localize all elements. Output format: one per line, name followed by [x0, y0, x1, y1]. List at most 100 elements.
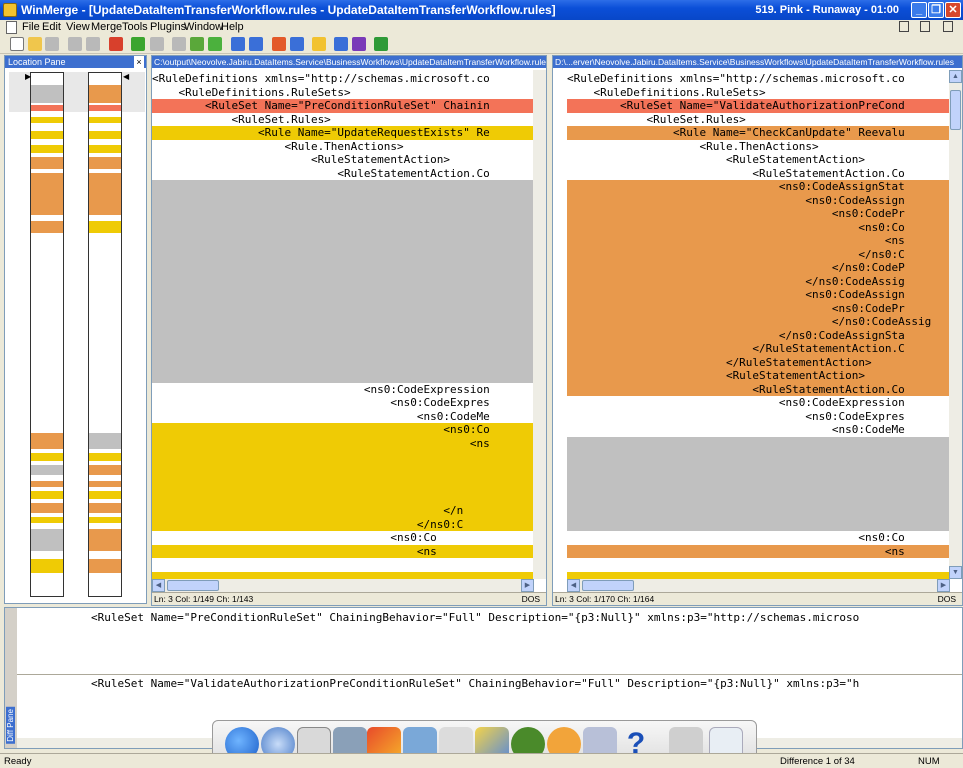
code-line[interactable]: <RuleDefinitions.RuleSets> — [567, 86, 949, 100]
code-line[interactable] — [152, 261, 534, 275]
code-line[interactable] — [152, 558, 534, 572]
code-line[interactable] — [152, 193, 534, 207]
code-line[interactable]: <ns0:Co — [152, 531, 534, 545]
code-line[interactable]: <ns0:CodePr — [567, 301, 949, 315]
code-line[interactable]: <ns0:CodeExpression — [567, 396, 949, 410]
menu-tools[interactable]: Tools — [122, 21, 148, 33]
copy-right-icon[interactable] — [231, 37, 245, 51]
code-line[interactable] — [152, 355, 534, 369]
code-line[interactable]: <ns0:Co — [152, 423, 534, 437]
diff-pane-divider[interactable] — [17, 674, 962, 675]
code-line[interactable]: </ns0:CodeAssignSta — [567, 328, 949, 342]
scroll-right-arrow-icon[interactable]: ▶ — [937, 579, 950, 592]
code-line[interactable] — [152, 247, 534, 261]
code-line[interactable]: <RuleDefinitions.RuleSets> — [152, 86, 534, 100]
code-line[interactable] — [567, 436, 949, 450]
code-line[interactable] — [152, 571, 534, 579]
left-horizontal-scrollbar[interactable]: ◀ ▶ — [152, 579, 534, 592]
code-line[interactable]: <ns0:CodeAssignStat — [567, 180, 949, 194]
scroll-down-arrow-icon[interactable]: ▼ — [949, 566, 962, 579]
redo-icon[interactable] — [86, 37, 100, 51]
mdi-close-icon[interactable] — [943, 21, 953, 32]
code-line[interactable] — [152, 220, 534, 234]
code-line[interactable] — [152, 328, 534, 342]
code-line[interactable]: <RuleSet Name="PreConditionRuleSet" Chai… — [152, 99, 534, 113]
code-line[interactable] — [152, 463, 534, 477]
code-line[interactable]: <ns0:CodeMe — [152, 410, 534, 424]
right-code-view[interactable]: <RuleDefinitions xmlns="http://schemas.m… — [567, 70, 949, 579]
code-line[interactable] — [152, 450, 534, 464]
next-diff-icon[interactable] — [190, 37, 204, 51]
refresh-icon[interactable] — [374, 37, 388, 51]
close-button[interactable]: ✕ — [945, 2, 961, 18]
code-line[interactable]: <ns0:CodeExpression — [152, 383, 534, 397]
code-line[interactable]: </ns0:CodeAssig — [567, 274, 949, 288]
options-icon[interactable] — [312, 37, 326, 51]
open-conflict-icon[interactable] — [352, 37, 366, 51]
restore-button[interactable]: ❐ — [928, 2, 944, 18]
code-line[interactable]: <ns0:CodeExpres — [567, 410, 949, 424]
last-diff-icon[interactable] — [208, 37, 222, 51]
code-line[interactable]: <RuleStatementAction> — [567, 369, 949, 383]
code-line[interactable] — [152, 342, 534, 356]
right-file-pane[interactable]: D:\...erver\Neovolve.Jabiru.DataItems.Se… — [552, 55, 963, 606]
code-line[interactable]: </RuleStatementAction.C — [567, 342, 949, 356]
code-line[interactable] — [567, 463, 949, 477]
left-hscroll-thumb[interactable] — [167, 580, 219, 591]
right-vscroll-thumb[interactable] — [950, 90, 961, 130]
code-line[interactable] — [152, 207, 534, 221]
code-line[interactable]: <RuleDefinitions xmlns="http://schemas.m… — [152, 72, 534, 86]
code-line[interactable]: <Rule Name="UpdateRequestExists" Re — [152, 126, 534, 140]
code-line[interactable]: </n — [152, 504, 534, 518]
location-bar-right[interactable] — [88, 72, 122, 597]
code-line[interactable]: <Rule.ThenActions> — [567, 140, 949, 154]
code-line[interactable] — [152, 234, 534, 248]
compare-icon[interactable] — [334, 37, 348, 51]
menu-plugins[interactable]: Plugins — [150, 21, 186, 33]
left-code-view[interactable]: <RuleDefinitions xmlns="http://schemas.m… — [152, 70, 534, 579]
code-line[interactable]: <RuleStatementAction.Co — [567, 167, 949, 181]
code-line[interactable] — [152, 301, 534, 315]
code-line[interactable]: <RuleStatementAction.Co — [152, 167, 534, 181]
code-line[interactable]: <RuleDefinitions xmlns="http://schemas.m… — [567, 72, 949, 86]
copy-all-right-icon[interactable] — [272, 37, 286, 51]
menu-window[interactable]: Window — [184, 21, 223, 33]
code-line[interactable]: </ns0:CodeAssig — [567, 315, 949, 329]
location-bar-left[interactable] — [30, 72, 64, 597]
code-line[interactable]: <ns0:Co — [567, 220, 949, 234]
code-line[interactable]: <RuleSet Name="ValidateAuthorizationPreC… — [567, 99, 949, 113]
undo-icon[interactable] — [68, 37, 82, 51]
code-line[interactable]: <ns0:CodePr — [567, 207, 949, 221]
code-line[interactable]: <RuleStatementAction> — [152, 153, 534, 167]
code-line[interactable]: </ns0:C — [567, 247, 949, 261]
prev-diff-up-icon[interactable] — [150, 37, 164, 51]
right-hscroll-thumb[interactable] — [582, 580, 634, 591]
code-line[interactable]: <Rule Name="CheckCanUpdate" Reevalu — [567, 126, 949, 140]
code-line[interactable] — [152, 477, 534, 491]
current-diff-icon[interactable] — [172, 37, 186, 51]
code-line[interactable] — [152, 315, 534, 329]
code-line[interactable]: </ns0:C — [152, 517, 534, 531]
left-file-pane[interactable]: C:\output\Neovolve.Jabiru.DataItems.Serv… — [151, 55, 547, 606]
mdi-restore-icon[interactable] — [920, 21, 930, 32]
code-line[interactable]: <ns0:Co — [567, 531, 949, 545]
copy-all-left-icon[interactable] — [290, 37, 304, 51]
code-line[interactable]: </RuleStatementAction> — [567, 355, 949, 369]
diff-left-line[interactable]: <RuleSet Name="PreConditionRuleSet" Chai… — [91, 611, 859, 624]
code-line[interactable]: <RuleStatementAction> — [567, 153, 949, 167]
menu-view[interactable]: View — [66, 21, 90, 33]
open-icon[interactable] — [28, 37, 42, 51]
code-line[interactable]: <Rule.ThenActions> — [152, 140, 534, 154]
code-line[interactable]: </ns0:CodeP — [567, 261, 949, 275]
code-line[interactable] — [567, 571, 949, 579]
scroll-up-arrow-icon[interactable]: ▲ — [949, 70, 962, 83]
code-line[interactable] — [567, 504, 949, 518]
diff-right-line[interactable]: <RuleSet Name="ValidateAuthorizationPreC… — [91, 677, 859, 690]
code-line[interactable]: <RuleSet.Rules> — [152, 113, 534, 127]
scroll-left-arrow-icon[interactable]: ◀ — [567, 579, 580, 592]
code-line[interactable] — [567, 450, 949, 464]
code-line[interactable]: <ns0:CodeAssign — [567, 193, 949, 207]
right-horizontal-scrollbar[interactable]: ◀ ▶ — [567, 579, 950, 592]
left-vertical-scrollbar[interactable] — [533, 70, 546, 579]
copy-left-icon[interactable] — [249, 37, 263, 51]
